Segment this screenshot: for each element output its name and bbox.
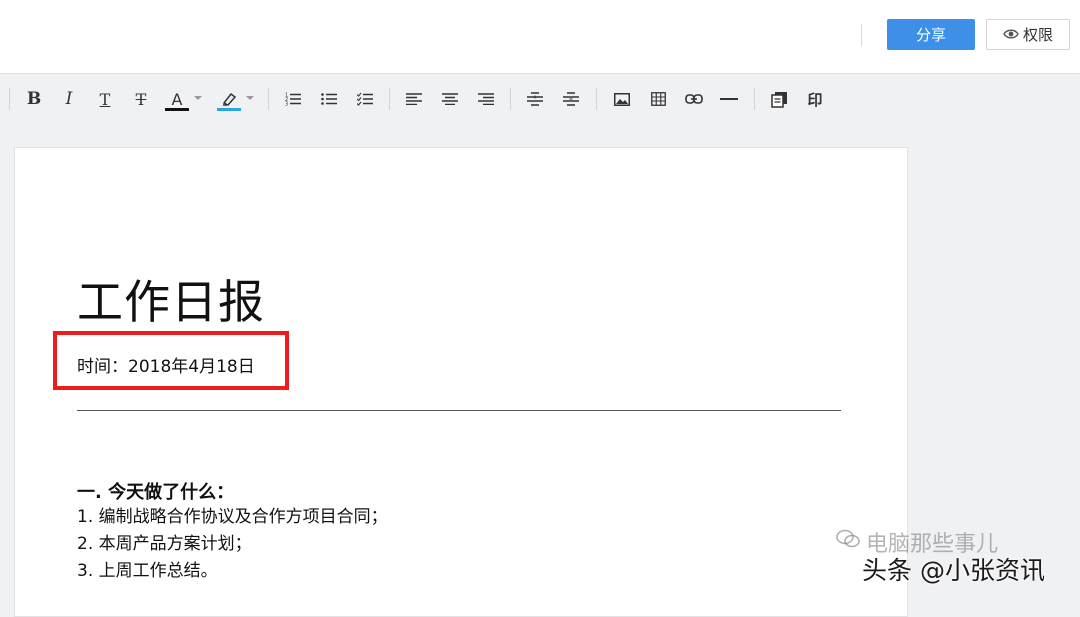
italic-icon: I <box>65 89 73 109</box>
svg-text:3: 3 <box>285 102 288 107</box>
toolbar-separator <box>596 88 597 110</box>
toolbar-separator <box>389 88 390 110</box>
share-button[interactable]: 分享 <box>887 19 975 50</box>
toutiao-watermark: 头条 @小张资讯 <box>862 556 1045 585</box>
link-icon <box>685 94 703 104</box>
unordered-list-icon <box>321 92 337 106</box>
unordered-list-button[interactable] <box>316 86 342 112</box>
bold-button[interactable]: B <box>21 86 47 112</box>
topbar-divider <box>861 24 862 46</box>
document-title[interactable]: 工作日报 <box>77 266 265 332</box>
print-icon: 印 <box>807 90 823 109</box>
permission-label: 权限 <box>1022 26 1053 44</box>
checklist-button[interactable] <box>352 86 378 112</box>
permission-button[interactable]: 权限 <box>986 19 1070 50</box>
insert-table-button[interactable] <box>645 86 671 112</box>
toolbar-separator <box>9 88 10 110</box>
copy-format-button[interactable] <box>766 86 792 112</box>
list-item[interactable]: 3. 上周工作总结。 <box>77 558 388 585</box>
align-right-icon <box>478 93 494 105</box>
ordered-list-button[interactable]: 123 <box>280 86 306 112</box>
indent-increase-button[interactable] <box>522 86 548 112</box>
top-bar: 分享 权限 <box>0 0 1080 74</box>
section-heading[interactable]: 一. 今天做了什么： <box>77 478 234 504</box>
strikethrough-button[interactable]: T <box>128 86 154 112</box>
font-color-dropdown-icon[interactable] <box>194 96 202 100</box>
ordered-list-icon: 123 <box>285 92 301 106</box>
highlight-color-swatch <box>217 108 241 111</box>
indent-decrease-button[interactable] <box>558 86 584 112</box>
indent-decrease-icon <box>563 92 579 106</box>
insert-link-button[interactable] <box>681 86 707 112</box>
horizontal-rule <box>77 410 841 411</box>
formatting-toolbar: B I T T A 123 印 <box>0 74 1080 124</box>
text-style-icon: T <box>99 89 111 109</box>
image-icon <box>614 92 630 106</box>
print-button[interactable]: 印 <box>802 86 828 112</box>
horizontal-rule-icon <box>720 97 738 101</box>
list-item[interactable]: 1. 编制战略合作协议及合作方项目合同； <box>77 504 388 531</box>
align-center-button[interactable] <box>437 86 463 112</box>
align-center-icon <box>442 93 458 105</box>
wechat-icon <box>836 529 860 555</box>
text-style-button[interactable]: T <box>92 86 118 112</box>
horizontal-rule-button[interactable] <box>716 86 742 112</box>
insert-image-button[interactable] <box>609 86 635 112</box>
align-left-button[interactable] <box>401 86 427 112</box>
copy-format-icon <box>770 91 788 108</box>
bold-icon: B <box>26 89 42 109</box>
table-icon <box>650 92 666 106</box>
list-item[interactable]: 2. 本周产品方案计划； <box>77 531 388 558</box>
highlight-dropdown-icon[interactable] <box>246 96 254 100</box>
font-color-swatch <box>165 108 189 111</box>
toolbar-separator <box>510 88 511 110</box>
highlight-icon <box>221 91 239 107</box>
document-date[interactable]: 时间：2018年4月18日 <box>77 352 255 377</box>
font-color-icon: A <box>171 89 183 109</box>
eye-icon <box>1003 26 1019 44</box>
toolbar-separator <box>754 88 755 110</box>
align-left-icon <box>406 93 422 105</box>
toolbar-separator <box>268 88 269 110</box>
align-right-button[interactable] <box>473 86 499 112</box>
indent-increase-icon <box>527 92 543 106</box>
checklist-icon <box>357 92 373 106</box>
task-list: 1. 编制战略合作协议及合作方项目合同； 2. 本周产品方案计划； 3. 上周工… <box>77 504 388 585</box>
italic-button[interactable]: I <box>56 86 82 112</box>
strikethrough-icon: T <box>135 89 147 109</box>
document-page[interactable]: 工作日报 时间：2018年4月18日 一. 今天做了什么： 1. 编制战略合作协… <box>14 147 908 617</box>
